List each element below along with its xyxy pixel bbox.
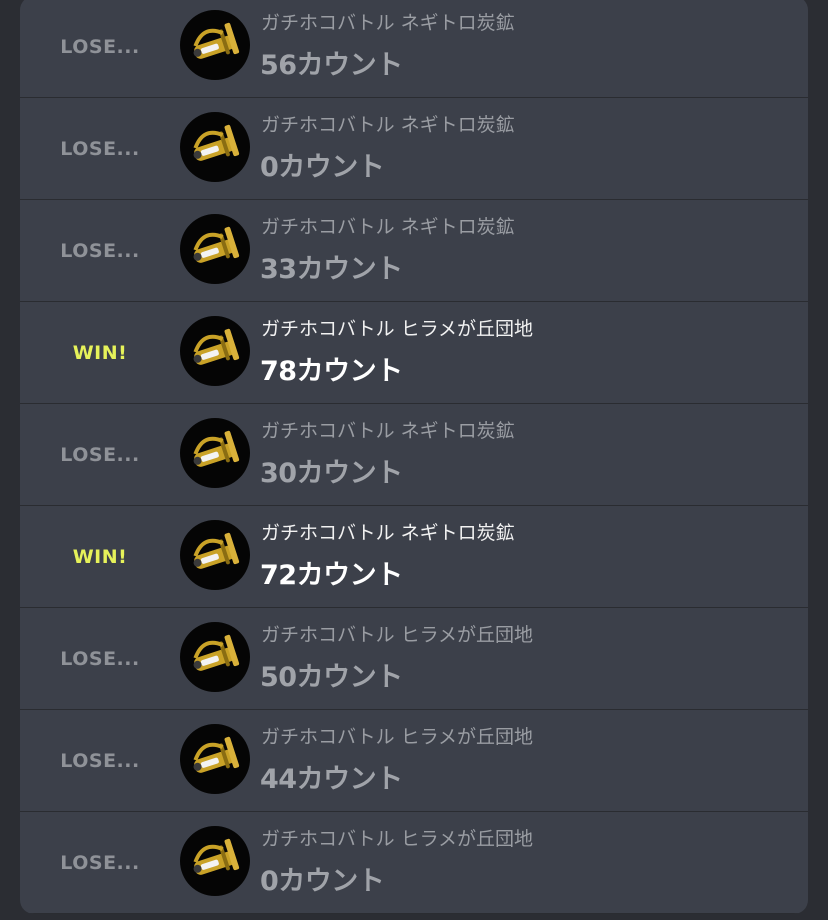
result-label: LOSE...: [60, 851, 140, 874]
match-row[interactable]: LOSE... ガチホコバトル ヒラメが丘団地 0カウント: [20, 812, 808, 914]
result-label: LOSE...: [60, 443, 140, 466]
result-label: LOSE...: [60, 239, 140, 262]
rainmaker-weapon-icon: [180, 214, 250, 284]
result-label: LOSE...: [60, 749, 140, 772]
count-value: 50カウント: [260, 662, 403, 693]
rainmaker-weapon-icon: [180, 316, 250, 386]
match-title: ガチホコバトル ネギトロ炭鉱: [261, 110, 515, 137]
count-value: 0カウント: [260, 152, 385, 183]
match-history-list: LOSE... ガチホコバトル ネギトロ炭鉱 56カウント LOSE... ガチ…: [20, 0, 808, 914]
match-title: ガチホコバトル ヒラメが丘団地: [261, 620, 533, 647]
rainmaker-weapon-icon: [180, 418, 250, 488]
result-label: LOSE...: [60, 137, 140, 160]
match-title: ガチホコバトル ネギトロ炭鉱: [261, 518, 515, 545]
mode-name: ガチホコバトル: [261, 216, 395, 238]
stage-name: ネギトロ炭鉱: [400, 114, 515, 136]
match-row[interactable]: LOSE... ガチホコバトル ヒラメが丘団地 50カウント: [20, 608, 808, 710]
match-title: ガチホコバトル ヒラメが丘団地: [261, 824, 533, 851]
match-title: ガチホコバトル ネギトロ炭鉱: [261, 8, 515, 35]
mode-name: ガチホコバトル: [261, 624, 395, 646]
mode-name: ガチホコバトル: [261, 522, 395, 544]
mode-name: ガチホコバトル: [261, 828, 395, 850]
stage-name: ヒラメが丘団地: [400, 624, 534, 646]
mode-name: ガチホコバトル: [261, 12, 395, 34]
match-title: ガチホコバトル ヒラメが丘団地: [261, 722, 533, 749]
result-label: WIN!: [72, 545, 128, 568]
count-value: 44カウント: [260, 764, 403, 795]
rainmaker-weapon-icon: [180, 112, 250, 182]
match-row[interactable]: LOSE... ガチホコバトル ヒラメが丘団地 44カウント: [20, 710, 808, 812]
stage-name: ネギトロ炭鉱: [400, 420, 515, 442]
stage-name: ネギトロ炭鉱: [400, 12, 515, 34]
match-title: ガチホコバトル ヒラメが丘団地: [261, 314, 533, 341]
match-row[interactable]: WIN! ガチホコバトル ヒラメが丘団地 78カウント: [20, 302, 808, 404]
match-row[interactable]: LOSE... ガチホコバトル ネギトロ炭鉱 0カウント: [20, 98, 808, 200]
mode-name: ガチホコバトル: [261, 114, 395, 136]
mode-name: ガチホコバトル: [261, 318, 395, 340]
count-value: 30カウント: [260, 458, 403, 489]
stage-name: ヒラメが丘団地: [400, 828, 534, 850]
mode-name: ガチホコバトル: [261, 726, 395, 748]
rainmaker-weapon-icon: [180, 10, 250, 80]
stage-name: ネギトロ炭鉱: [400, 522, 515, 544]
stage-name: ネギトロ炭鉱: [400, 216, 515, 238]
match-row[interactable]: LOSE... ガチホコバトル ネギトロ炭鉱 33カウント: [20, 200, 808, 302]
count-value: 0カウント: [260, 866, 385, 897]
match-row[interactable]: WIN! ガチホコバトル ネギトロ炭鉱 72カウント: [20, 506, 808, 608]
rainmaker-weapon-icon: [180, 826, 250, 896]
stage-name: ヒラメが丘団地: [400, 318, 534, 340]
count-value: 33カウント: [260, 254, 403, 285]
count-value: 78カウント: [260, 356, 403, 387]
result-label: LOSE...: [60, 647, 140, 670]
match-row[interactable]: LOSE... ガチホコバトル ネギトロ炭鉱 56カウント: [20, 0, 808, 98]
match-title: ガチホコバトル ネギトロ炭鉱: [261, 212, 515, 239]
rainmaker-weapon-icon: [180, 724, 250, 794]
mode-name: ガチホコバトル: [261, 420, 395, 442]
match-title: ガチホコバトル ネギトロ炭鉱: [261, 416, 515, 443]
rainmaker-weapon-icon: [180, 622, 250, 692]
stage-name: ヒラメが丘団地: [400, 726, 534, 748]
count-value: 72カウント: [260, 560, 403, 591]
count-value: 56カウント: [260, 50, 403, 81]
result-label: LOSE...: [60, 35, 140, 58]
rainmaker-weapon-icon: [180, 520, 250, 590]
result-label: WIN!: [72, 341, 128, 364]
match-row[interactable]: LOSE... ガチホコバトル ネギトロ炭鉱 30カウント: [20, 404, 808, 506]
